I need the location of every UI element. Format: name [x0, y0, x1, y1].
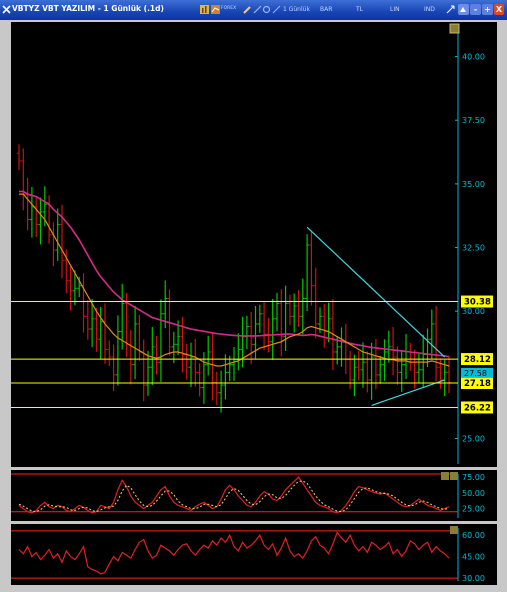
chart-type-icon[interactable] [200, 5, 209, 14]
draw-arrow-icon[interactable] [446, 5, 455, 14]
current-price-text: 27.58 [464, 369, 487, 378]
level-label[interactable]: 30.38 [461, 295, 493, 308]
osc2-tick-label: 30.00 [462, 574, 485, 583]
maximize-icon: + [484, 5, 491, 14]
window-title: VBTYZ VBT YAZILIM - 1 Günlük (.1d) [12, 4, 164, 13]
currency-selector[interactable]: TL [356, 6, 363, 13]
level-label-text: 27.18 [464, 379, 491, 389]
price-tick-label: 35.00 [462, 180, 485, 189]
indicator-icon[interactable] [211, 5, 220, 14]
minimize-button[interactable]: - [470, 4, 481, 15]
price-tick-label: 40.00 [462, 53, 485, 62]
restore-button[interactable] [458, 4, 469, 15]
stoch-close-icon [450, 472, 458, 480]
restore-icon [460, 7, 466, 12]
close-button[interactable]: X [494, 4, 504, 15]
maximize-button[interactable]: + [482, 4, 493, 15]
application-window: VBTYZ VBT YAZILIM - 1 Günlük (.1d) FOREX… [0, 0, 507, 592]
indicator-menu[interactable]: IND [424, 6, 435, 13]
osc2-tick-label: 45.00 [462, 553, 485, 562]
close-icon: X [495, 5, 503, 14]
line-tool-icon[interactable] [272, 5, 281, 14]
stoch-tick-label: 75.00 [462, 473, 485, 482]
panel-divider[interactable] [11, 467, 497, 470]
panel-divider[interactable] [11, 521, 497, 524]
panel-menu-icon [449, 23, 460, 34]
level-label-text: 26.22 [464, 403, 491, 413]
period-selector[interactable]: 1 Günlük [283, 6, 310, 13]
stock-chart[interactable]: 40.00 37.50 35.00 32.50 30.00 25.00 30.38 28.12… [11, 22, 497, 585]
price-tick-label: 37.50 [462, 116, 485, 125]
bar-type-selector[interactable]: BAR [320, 6, 332, 13]
refresh-icon[interactable] [262, 5, 271, 14]
stoch-menu-icon [441, 472, 449, 480]
draw-tool-icon[interactable] [253, 5, 262, 14]
title-bar[interactable]: VBTYZ VBT YAZILIM - 1 Günlük (.1d) FOREX… [0, 0, 507, 20]
forex-label[interactable]: FOREX [221, 6, 236, 11]
current-price-badge: 27.58 [461, 367, 493, 378]
price-tick-label: 30.00 [462, 307, 485, 316]
osc2-menu-button[interactable] [450, 526, 458, 534]
level-label-text: 28.12 [464, 355, 491, 365]
level-label[interactable]: 26.22 [461, 401, 493, 414]
panel-menu-button[interactable] [449, 23, 460, 34]
osc2-menu-icon [450, 526, 458, 534]
price-tick-label: 32.50 [462, 244, 485, 253]
level-label[interactable]: 28.12 [461, 353, 493, 366]
minimize-icon: - [473, 5, 478, 14]
pencil-icon[interactable] [243, 5, 252, 14]
level-label[interactable]: 27.18 [461, 377, 493, 390]
level-label-text: 30.38 [464, 298, 491, 308]
stoch-tick-label: 50.00 [462, 489, 485, 498]
osc2-tick-label: 60.00 [462, 531, 485, 540]
stoch-tick-label: 25.00 [462, 505, 485, 514]
scale-selector[interactable]: LIN [390, 6, 400, 13]
close-small-icon[interactable] [2, 5, 11, 14]
price-tick-label: 25.00 [462, 435, 485, 444]
